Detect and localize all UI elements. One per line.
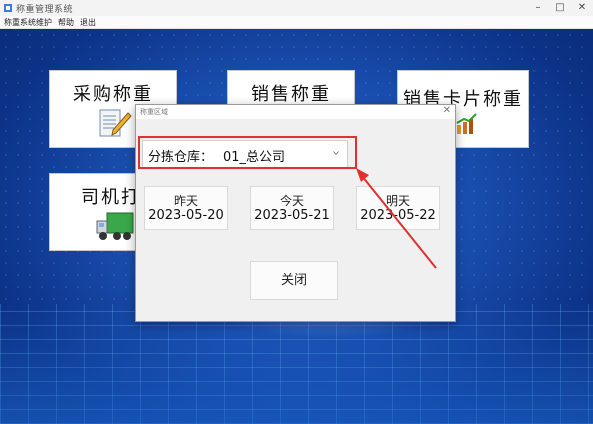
dialog-title: 称重区域 bbox=[140, 108, 168, 116]
dialog-close-icon[interactable]: ✕ bbox=[443, 105, 451, 116]
day-label: 明天 bbox=[385, 194, 410, 208]
menu-item-exit[interactable]: 退出 bbox=[80, 17, 96, 28]
today-button[interactable]: 今天 2023-05-21 bbox=[250, 186, 334, 230]
close-button[interactable]: 关闭 bbox=[250, 261, 338, 300]
menu-bar: 称重系统维护 帮助 退出 bbox=[0, 16, 593, 29]
yesterday-button[interactable]: 昨天 2023-05-20 bbox=[144, 186, 228, 230]
tomorrow-button[interactable]: 明天 2023-05-22 bbox=[356, 186, 440, 230]
close-icon[interactable]: ✕ bbox=[571, 0, 593, 16]
window-titlebar: 称重管理系统 – □ ✕ bbox=[0, 0, 593, 16]
day-label: 今天 bbox=[279, 194, 304, 208]
tile-label: 销售称重 bbox=[251, 84, 331, 105]
document-pen-icon bbox=[99, 109, 132, 137]
tile-driver-checkin[interactable]: 司机打卡 bbox=[49, 173, 159, 251]
menu-item-maintenance[interactable]: 称重系统维护 bbox=[4, 17, 52, 28]
date-label: 2023-05-21 bbox=[254, 208, 330, 223]
app-icon bbox=[4, 4, 12, 12]
date-label: 2023-05-20 bbox=[148, 208, 224, 223]
tile-label: 采购称重 bbox=[73, 84, 153, 105]
green-truck-icon bbox=[96, 212, 134, 240]
highlight-box bbox=[138, 136, 357, 169]
minimize-icon[interactable]: – bbox=[527, 0, 549, 16]
warehouse-dialog: 称重区域 ✕ 分拣仓库： 01_总公司 昨天 2023-05-20 今天 202… bbox=[135, 104, 456, 322]
maximize-icon[interactable]: □ bbox=[549, 0, 571, 16]
window-title: 称重管理系统 bbox=[16, 5, 74, 15]
date-label: 2023-05-22 bbox=[360, 208, 436, 223]
chart-growth-icon bbox=[456, 113, 477, 134]
dialog-titlebar: 称重区域 ✕ bbox=[136, 105, 455, 119]
day-label: 昨天 bbox=[173, 194, 198, 208]
menu-item-help[interactable]: 帮助 bbox=[58, 17, 74, 28]
